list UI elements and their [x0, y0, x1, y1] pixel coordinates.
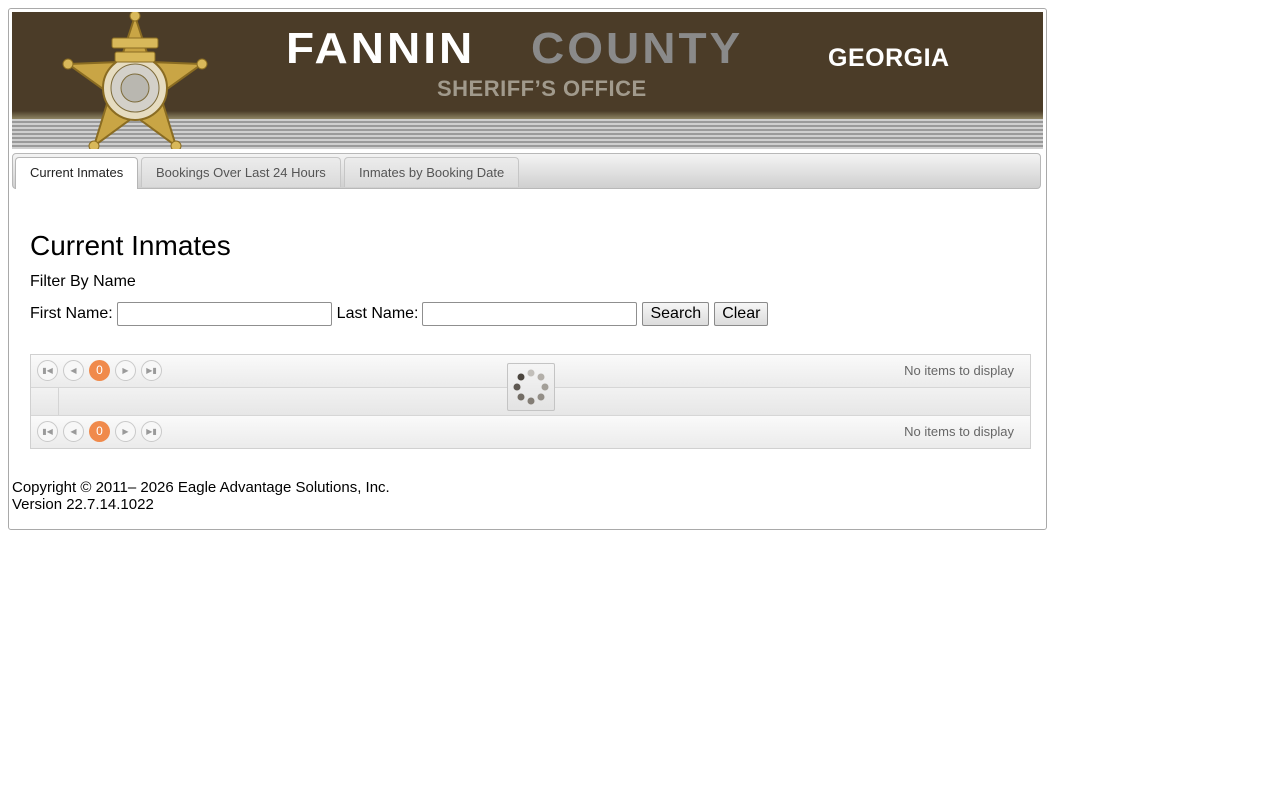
banner-title-fannin: FANNIN	[286, 23, 476, 73]
spinner-icon	[513, 369, 549, 405]
page-title: Current Inmates	[30, 230, 231, 261]
previous-page-icon[interactable]: ◀	[63, 421, 84, 442]
last-page-icon[interactable]: ▶▮	[141, 421, 162, 442]
grid-pager-bottom: ▮◀ ◀ 0 ▶ ▶▮ No items to display	[31, 415, 1030, 448]
last-name-input[interactable]	[422, 302, 638, 326]
tab-inmates-by-booking-date[interactable]: Inmates by Booking Date	[344, 157, 520, 187]
name-filter-form: First Name: Last Name: Search Clear	[30, 302, 773, 326]
tab-current-inmates[interactable]: Current Inmates	[15, 157, 139, 189]
current-page-number[interactable]: 0	[89, 360, 110, 381]
current-page-number[interactable]: 0	[89, 421, 110, 442]
clear-button[interactable]: Clear	[714, 302, 769, 326]
header-banner: FANNIN COUNTY GEORGIA SHERIFF’S OFFICE	[12, 12, 1043, 149]
page-frame: FANNIN COUNTY GEORGIA SHERIFF’S OFFICE C…	[8, 8, 1047, 530]
first-name-input[interactable]	[116, 302, 332, 326]
filter-heading: Filter By Name	[30, 273, 136, 290]
pager-info: No items to display	[904, 363, 1014, 378]
tab-bar: Current Inmates Bookings Over Last 24 Ho…	[12, 153, 1041, 189]
loading-spinner	[507, 363, 555, 411]
first-name-label: First Name:	[30, 305, 113, 322]
banner-title-county: COUNTY	[531, 23, 744, 73]
first-page-icon[interactable]: ▮◀	[37, 360, 58, 381]
banner-title-state: GEORGIA	[828, 44, 950, 72]
banner-subtitle: SHERIFF’S OFFICE	[437, 76, 647, 101]
next-page-icon[interactable]: ▶	[115, 360, 136, 381]
last-name-label: Last Name:	[336, 305, 419, 322]
inmates-grid: ▮◀ ◀ 0 ▶ ▶▮ No items to display ▮◀ ◀ 0 ▶…	[30, 354, 1031, 449]
sheriff-badge-logo	[62, 12, 208, 149]
tab-bookings-last-24-hours[interactable]: Bookings Over Last 24 Hours	[141, 157, 341, 187]
search-button[interactable]: Search	[642, 302, 710, 326]
last-page-icon[interactable]: ▶▮	[141, 360, 162, 381]
next-page-icon[interactable]: ▶	[115, 421, 136, 442]
footer-copyright: Copyright © 2011– 2026 Eagle Advantage S…	[12, 479, 390, 496]
previous-page-icon[interactable]: ◀	[63, 360, 84, 381]
footer-version: Version 22.7.14.1022	[12, 496, 154, 513]
grid-header-cell	[31, 388, 59, 416]
pager-info: No items to display	[904, 424, 1014, 439]
first-page-icon[interactable]: ▮◀	[37, 421, 58, 442]
